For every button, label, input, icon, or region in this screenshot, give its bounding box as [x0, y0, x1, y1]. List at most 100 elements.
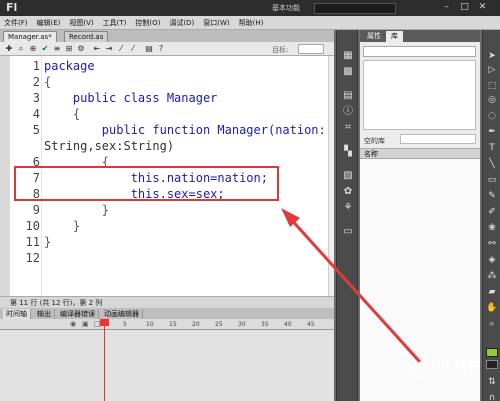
target-select[interactable] — [298, 44, 324, 54]
tools-panel: ➤ ▷ ⬚ ◎ ◌ ✒ T ╲ ▭ ✎ ✐ ❀ ⚯ ◈ ⁂ ▰ ✋ ⌕ ⇅ ∩ — [482, 30, 500, 401]
3d-rotation-tool-icon[interactable]: ◎ — [486, 94, 498, 106]
motion-presets-icon[interactable]: ✿ — [342, 186, 354, 198]
help-search-input[interactable] — [314, 3, 396, 14]
eyedropper-tool-icon[interactable]: ⁂ — [486, 270, 498, 282]
maximize-button[interactable]: □ — [458, 2, 471, 13]
document-tabs: Manager.as* Record.as — [0, 30, 334, 42]
target-icon[interactable]: ⊕ — [28, 44, 38, 54]
transform-icon[interactable]: ⌗ — [342, 122, 354, 134]
help-icon[interactable]: ? — [156, 44, 166, 54]
tab-compiler-errors[interactable]: 编译器错误 — [57, 309, 99, 319]
workspace-switcher[interactable]: 基本功能 — [272, 3, 300, 13]
code-editor[interactable]: 1 package 2 { 3 public class Manager 4 {… — [10, 56, 328, 296]
frame-number: 35 — [261, 321, 269, 328]
bone-tool-icon[interactable]: ⚯ — [486, 238, 498, 250]
components-icon[interactable]: ▧ — [342, 170, 354, 182]
menu-window[interactable]: 窗口(W) — [203, 18, 229, 28]
project-icon[interactable]: ⚘ — [342, 202, 354, 214]
library-name-column-header[interactable]: 名称 — [360, 148, 480, 159]
tab-output[interactable]: 输出 — [34, 309, 55, 319]
timeline-layers[interactable] — [0, 330, 334, 401]
editor-scrollbar[interactable] — [328, 56, 334, 296]
library-document-select[interactable] — [363, 46, 476, 57]
code-hint-icon[interactable]: ⊞ — [64, 44, 74, 54]
check-syntax-icon[interactable]: ✔ — [40, 44, 50, 54]
line-number: 11 — [25, 235, 40, 249]
line-number: 4 — [32, 107, 40, 121]
debug-icon[interactable]: ⚙ — [76, 44, 86, 54]
minimize-button[interactable]: – — [440, 2, 453, 13]
library-panel: 属性 库 空的库 名称 — [360, 30, 480, 401]
playhead[interactable] — [104, 319, 105, 401]
eye-icon[interactable]: ◉ — [70, 320, 76, 328]
line-number: 1 — [32, 59, 40, 73]
line-tool-icon[interactable]: ╲ — [486, 158, 498, 170]
find-icon[interactable]: ⌕ — [16, 44, 26, 54]
collapse-icon[interactable]: ⇤ — [92, 44, 102, 54]
lock-icon[interactable]: ▣ — [82, 320, 89, 328]
swatches-icon[interactable]: ▩ — [342, 66, 354, 78]
stroke-color-swatch[interactable] — [486, 348, 498, 357]
tab-properties[interactable]: 属性 — [362, 31, 386, 42]
frame-number: 5 — [123, 321, 127, 328]
line-number: 10 — [25, 219, 40, 233]
frame-number: 20 — [192, 321, 200, 328]
timeline-frame-ruler[interactable]: ◉ ▣ □ 5 10 15 20 25 30 35 40 45 — [0, 319, 334, 330]
menu-file[interactable]: 文件(F) — [4, 18, 28, 28]
line-number: 9 — [32, 203, 40, 217]
code-line: package — [44, 59, 95, 73]
menu-control[interactable]: 控制(O) — [135, 18, 160, 28]
snap-icon[interactable]: ∩ — [486, 392, 498, 401]
pencil-tool-icon[interactable]: ✎ — [486, 190, 498, 202]
color-icon[interactable]: ▦ — [342, 50, 354, 62]
library-preview — [363, 60, 476, 130]
library-search-input[interactable] — [400, 134, 476, 144]
close-button[interactable]: ✕ — [476, 2, 489, 13]
code-snippets-icon[interactable]: ▚ — [342, 146, 354, 158]
target-label: 目标: — [272, 46, 289, 54]
tab-library[interactable]: 库 — [386, 31, 403, 42]
text-tool-icon[interactable]: T — [486, 142, 498, 154]
menu-tools[interactable]: 工具(T) — [103, 18, 127, 28]
flash-ide-window: Fl 基本功能 – □ ✕ 文件(F) 编辑(E) 视图(V) 工具(T) 控制… — [0, 0, 500, 401]
menu-debug[interactable]: 调试(D) — [169, 18, 194, 28]
line-number: 5 — [32, 123, 40, 137]
free-transform-tool-icon[interactable]: ⬚ — [486, 80, 498, 92]
comment-icon[interactable]: ⁄ — [116, 44, 126, 54]
add-script-icon[interactable]: ✚ — [4, 44, 14, 54]
lasso-tool-icon[interactable]: ◌ — [486, 110, 498, 122]
code-line: String,sex:String) — [44, 139, 175, 153]
auto-format-icon[interactable]: ≡ — [52, 44, 62, 54]
frame-number: 40 — [284, 321, 292, 328]
frame-number: 10 — [146, 321, 154, 328]
hand-tool-icon[interactable]: ✋ — [486, 302, 498, 314]
brush-tool-icon[interactable]: ✐ — [486, 206, 498, 218]
subselection-tool-icon[interactable]: ▷ — [486, 64, 498, 76]
uncomment-icon[interactable]: ⁄ — [128, 44, 138, 54]
pen-tool-icon[interactable]: ✒ — [486, 126, 498, 138]
selection-tool-icon[interactable]: ➤ — [486, 50, 498, 62]
menu-help[interactable]: 帮助(H) — [239, 18, 264, 28]
tab-motion-editor[interactable]: 动画编辑器 — [101, 309, 143, 319]
title-bar: Fl 基本功能 – □ ✕ — [0, 0, 500, 16]
tab-record-as[interactable]: Record.as — [64, 31, 109, 42]
paint-bucket-tool-icon[interactable]: ◈ — [486, 254, 498, 266]
menu-view[interactable]: 视图(V) — [69, 18, 93, 28]
tab-timeline[interactable]: 时间轴 — [3, 309, 31, 319]
rectangle-tool-icon[interactable]: ▭ — [486, 174, 498, 186]
tab-manager-as[interactable]: Manager.as* — [3, 31, 57, 42]
info-icon[interactable]: ⓘ — [342, 106, 354, 118]
history-icon[interactable]: ▭ — [342, 226, 354, 238]
menu-bar: 文件(F) 编辑(E) 视图(V) 工具(T) 控制(O) 调试(D) 窗口(W… — [0, 16, 500, 30]
deco-tool-icon[interactable]: ❀ — [486, 222, 498, 234]
align-icon[interactable]: ▤ — [342, 90, 354, 102]
toggle-toolbox-icon[interactable]: ▤ — [144, 44, 154, 54]
zoom-tool-icon[interactable]: ⌕ — [486, 318, 498, 330]
expand-icon[interactable]: ⇥ — [104, 44, 114, 54]
eraser-tool-icon[interactable]: ▰ — [486, 286, 498, 298]
code-line: public class Manager — [44, 91, 218, 105]
menu-edit[interactable]: 编辑(E) — [37, 18, 61, 28]
code-line: } — [44, 203, 110, 217]
fill-color-swatch[interactable] — [486, 360, 498, 369]
swap-colors-icon[interactable]: ⇅ — [486, 376, 498, 388]
